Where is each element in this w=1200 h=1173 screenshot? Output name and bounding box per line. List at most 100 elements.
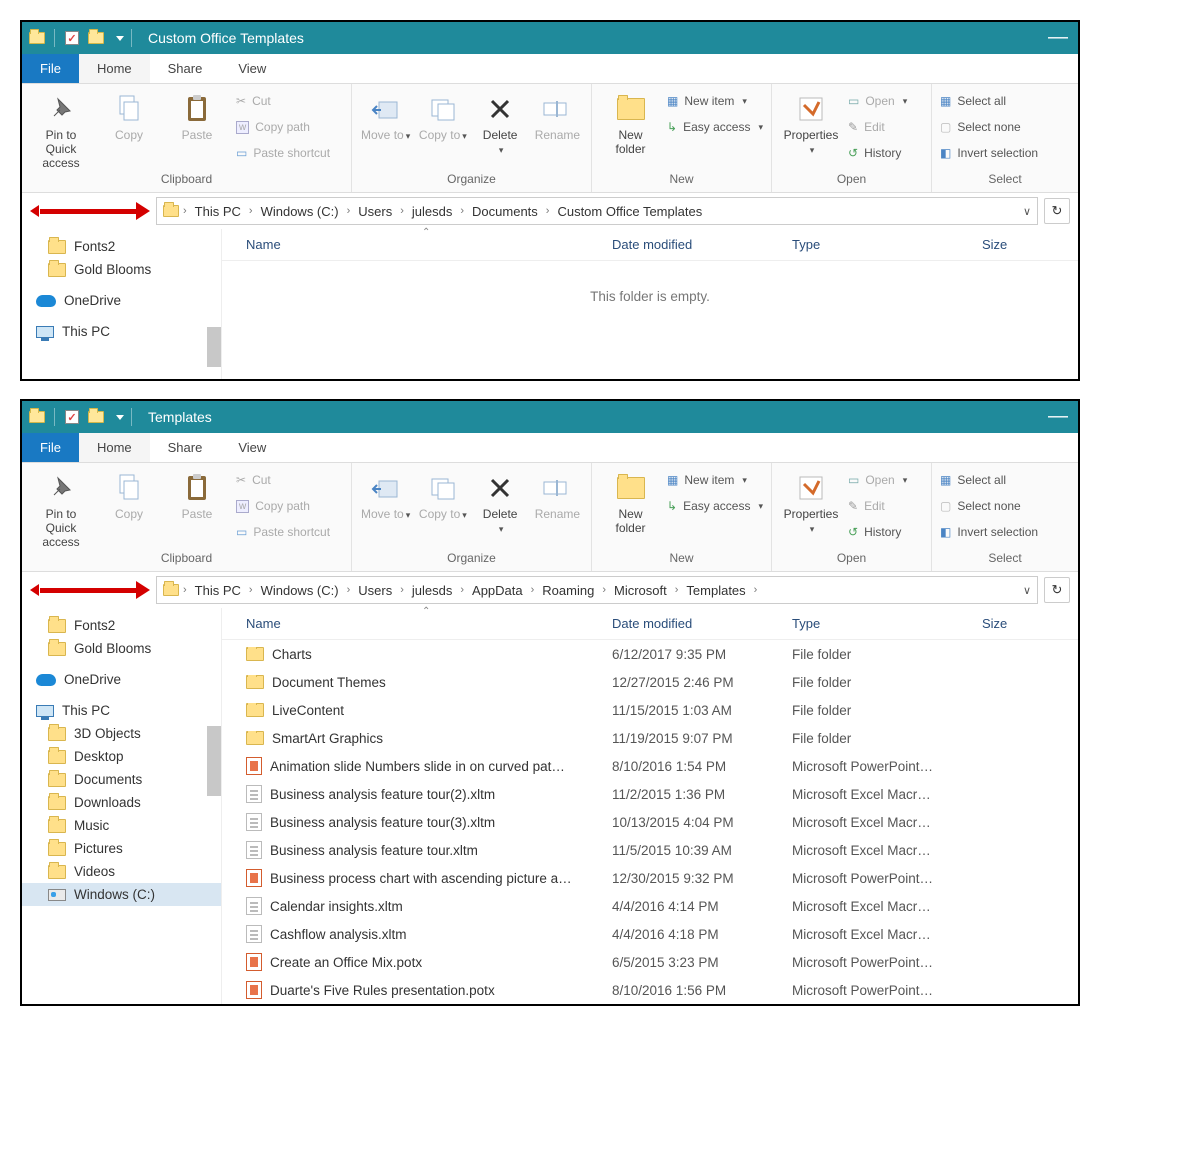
- nav-item[interactable]: 3D Objects: [22, 722, 221, 745]
- file-row[interactable]: LiveContent 11/15/2015 1:03 AM File fold…: [222, 696, 1078, 724]
- title-bar[interactable]: ✓ Custom Office Templates —: [22, 22, 1078, 54]
- file-row[interactable]: Business process chart with ascending pi…: [222, 864, 1078, 892]
- paste-button[interactable]: Paste: [166, 469, 228, 521]
- select-none-button[interactable]: ▢Select none: [940, 116, 1038, 138]
- column-type[interactable]: Type: [792, 616, 982, 631]
- refresh-button[interactable]: ↻: [1044, 198, 1070, 224]
- breadcrumb-segment[interactable]: Users: [354, 583, 396, 598]
- file-list-pane[interactable]: ⌃ Name Date modified Type Size Charts 6/…: [222, 608, 1078, 1004]
- nav-item[interactable]: OneDrive: [22, 289, 221, 312]
- column-type[interactable]: Type: [792, 237, 982, 252]
- column-name[interactable]: Name: [222, 616, 612, 631]
- delete-button[interactable]: Delete▾: [475, 469, 526, 535]
- navigation-pane[interactable]: Fonts2Gold Blooms OneDrive This PC: [22, 229, 222, 379]
- paste-shortcut-button[interactable]: ▭Paste shortcut: [236, 142, 330, 164]
- qat-folder-icon[interactable]: [28, 408, 46, 426]
- rename-button[interactable]: Rename: [532, 90, 583, 142]
- file-row[interactable]: Business analysis feature tour.xltm 11/5…: [222, 836, 1078, 864]
- breadcrumb-segment[interactable]: This PC: [191, 204, 245, 219]
- qat-new-folder-icon[interactable]: [87, 29, 105, 47]
- scrollbar-thumb[interactable]: [207, 327, 221, 367]
- nav-item[interactable]: Pictures: [22, 837, 221, 860]
- tab-home[interactable]: Home: [79, 433, 150, 462]
- file-row[interactable]: Document Themes 12/27/2015 2:46 PM File …: [222, 668, 1078, 696]
- breadcrumb-segment[interactable]: This PC: [191, 583, 245, 598]
- new-item-button[interactable]: ▦New item▾: [667, 469, 763, 491]
- copy-button[interactable]: Copy: [98, 469, 160, 521]
- file-row[interactable]: Duarte's Five Rules presentation.potx 8/…: [222, 976, 1078, 1004]
- scrollbar-thumb[interactable]: [207, 726, 221, 796]
- rename-button[interactable]: Rename: [532, 469, 583, 521]
- open-button[interactable]: ▭Open▾: [848, 469, 907, 491]
- qat-properties-icon[interactable]: ✓: [63, 29, 81, 47]
- breadcrumb-segment[interactable]: Templates: [682, 583, 749, 598]
- address-dropdown-icon[interactable]: ∨: [1023, 584, 1031, 597]
- tab-file[interactable]: File: [22, 54, 79, 83]
- nav-item[interactable]: Documents: [22, 768, 221, 791]
- select-all-button[interactable]: ▦Select all: [940, 469, 1038, 491]
- nav-item[interactable]: This PC: [22, 320, 221, 343]
- select-none-button[interactable]: ▢Select none: [940, 495, 1038, 517]
- qat-new-folder-icon[interactable]: [87, 408, 105, 426]
- nav-item[interactable]: This PC: [22, 699, 221, 722]
- breadcrumb-segment[interactable]: Documents: [468, 204, 542, 219]
- minimize-button[interactable]: —: [1048, 405, 1068, 428]
- address-bar[interactable]: › This PC › Windows (C:) › Users › jules…: [156, 197, 1038, 225]
- column-date[interactable]: Date modified: [612, 237, 792, 252]
- file-list-pane[interactable]: ⌃ Name Date modified Type Size This fold…: [222, 229, 1078, 379]
- tab-share[interactable]: Share: [150, 433, 221, 462]
- edit-button[interactable]: ✎Edit: [848, 495, 907, 517]
- breadcrumb-segment[interactable]: Windows (C:): [257, 583, 343, 598]
- qat-properties-icon[interactable]: ✓: [63, 408, 81, 426]
- refresh-button[interactable]: ↻: [1044, 577, 1070, 603]
- move-to-button[interactable]: Move to▾: [360, 90, 411, 142]
- nav-item[interactable]: Gold Blooms: [22, 258, 221, 281]
- qat-customize-icon[interactable]: [111, 408, 129, 426]
- copy-to-button[interactable]: Copy to▾: [417, 469, 468, 521]
- minimize-button[interactable]: —: [1048, 26, 1068, 49]
- paste-shortcut-button[interactable]: ▭Paste shortcut: [236, 521, 330, 543]
- file-row[interactable]: Charts 6/12/2017 9:35 PM File folder: [222, 640, 1078, 668]
- title-bar[interactable]: ✓ Templates —: [22, 401, 1078, 433]
- file-row[interactable]: Animation slide Numbers slide in on curv…: [222, 752, 1078, 780]
- history-button[interactable]: ↺History: [848, 521, 907, 543]
- breadcrumb-segment[interactable]: Microsoft: [610, 583, 671, 598]
- tab-home[interactable]: Home: [79, 54, 150, 83]
- paste-button[interactable]: Paste: [166, 90, 228, 142]
- column-size[interactable]: Size: [982, 616, 1078, 631]
- navigation-pane[interactable]: Fonts2Gold BloomsOneDriveThis PC3D Objec…: [22, 608, 222, 1004]
- open-button[interactable]: ▭Open▾: [848, 90, 907, 112]
- invert-selection-button[interactable]: ◧Invert selection: [940, 142, 1038, 164]
- breadcrumb-segment[interactable]: julesds: [408, 204, 456, 219]
- copy-path-button[interactable]: wCopy path: [236, 116, 330, 138]
- pin-to-quick-access-button[interactable]: Pin to Quick access: [30, 469, 92, 549]
- column-headers[interactable]: ⌃ Name Date modified Type Size: [222, 229, 1078, 261]
- breadcrumb-segment[interactable]: Roaming: [538, 583, 598, 598]
- nav-item[interactable]: Fonts2: [22, 235, 221, 258]
- nav-item[interactable]: Fonts2: [22, 614, 221, 637]
- invert-selection-button[interactable]: ◧Invert selection: [940, 521, 1038, 543]
- file-row[interactable]: Business analysis feature tour(2).xltm 1…: [222, 780, 1078, 808]
- easy-access-button[interactable]: ↳Easy access▾: [667, 116, 763, 138]
- address-dropdown-icon[interactable]: ∨: [1023, 205, 1031, 218]
- nav-item[interactable]: Videos: [22, 860, 221, 883]
- history-button[interactable]: ↺History: [848, 142, 907, 164]
- copy-button[interactable]: Copy: [98, 90, 160, 142]
- copy-to-button[interactable]: Copy to▾: [417, 90, 468, 142]
- copy-path-button[interactable]: wCopy path: [236, 495, 330, 517]
- breadcrumb-segment[interactable]: Custom Office Templates: [553, 204, 706, 219]
- cut-button[interactable]: ✂Cut: [236, 469, 330, 491]
- nav-item[interactable]: OneDrive: [22, 668, 221, 691]
- pin-to-quick-access-button[interactable]: Pin to Quick access: [30, 90, 92, 170]
- breadcrumb-segment[interactable]: Windows (C:): [257, 204, 343, 219]
- breadcrumb-segment[interactable]: Users: [354, 204, 396, 219]
- file-row[interactable]: SmartArt Graphics 11/19/2015 9:07 PM Fil…: [222, 724, 1078, 752]
- new-folder-button[interactable]: Newfolder: [600, 469, 661, 535]
- move-to-button[interactable]: Move to▾: [360, 469, 411, 521]
- column-name[interactable]: Name: [222, 237, 612, 252]
- new-item-button[interactable]: ▦New item▾: [667, 90, 763, 112]
- select-all-button[interactable]: ▦Select all: [940, 90, 1038, 112]
- breadcrumb-segment[interactable]: AppData: [468, 583, 527, 598]
- edit-button[interactable]: ✎Edit: [848, 116, 907, 138]
- easy-access-button[interactable]: ↳Easy access▾: [667, 495, 763, 517]
